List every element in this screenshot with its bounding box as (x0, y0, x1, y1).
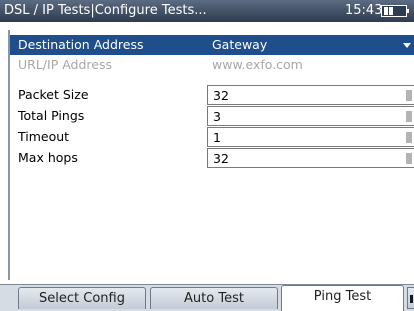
url-ip-address-row: URL/IP Address www.exfo.com (10, 55, 414, 75)
total-pings-label: Total Pings (18, 108, 85, 123)
tab-scroll-more[interactable] (407, 287, 414, 309)
timeout-row: Timeout 1 (10, 127, 414, 147)
destination-address-dropdown[interactable]: Gateway (207, 35, 414, 55)
total-pings-row: Total Pings 3 (10, 106, 414, 126)
keypad-icon[interactable] (406, 153, 412, 164)
window-title: DSL / IP Tests|Configure Tests... (4, 3, 207, 18)
destination-address-row[interactable]: Destination Address Gateway (10, 35, 414, 55)
max-hops-value: 32 (213, 151, 229, 166)
max-hops-row: Max hops 32 (10, 148, 414, 168)
clock: 15:43 (345, 3, 383, 18)
max-hops-field[interactable]: 32 (207, 148, 414, 168)
destination-address-label: Destination Address (18, 37, 144, 52)
packet-size-field[interactable]: 32 (207, 85, 414, 105)
packet-size-row: Packet Size 32 (10, 85, 414, 105)
keypad-icon[interactable] (406, 90, 412, 101)
config-form: Destination Address Gateway URL/IP Addre… (8, 30, 414, 280)
battery-icon (381, 5, 409, 17)
tab-bar: Select Config Auto Test Ping Test (0, 284, 414, 311)
timeout-label: Timeout (18, 129, 70, 144)
title-bar: DSL / IP Tests|Configure Tests... 15:43 (0, 0, 414, 22)
tab-ping-test[interactable]: Ping Test (281, 285, 404, 311)
timeout-field[interactable]: 1 (207, 127, 414, 147)
timeout-value: 1 (213, 130, 221, 145)
total-pings-field[interactable]: 3 (207, 106, 414, 126)
destination-address-value: Gateway (212, 37, 268, 52)
chevron-down-icon[interactable] (403, 43, 411, 48)
url-ip-address-field: www.exfo.com (207, 55, 414, 75)
total-pings-value: 3 (213, 109, 221, 124)
tab-select-config[interactable]: Select Config (18, 287, 146, 309)
max-hops-label: Max hops (18, 150, 78, 165)
packet-size-value: 32 (213, 88, 229, 103)
tab-auto-test[interactable]: Auto Test (150, 287, 278, 309)
url-ip-address-label: URL/IP Address (18, 57, 112, 72)
keypad-icon[interactable] (406, 111, 412, 122)
packet-size-label: Packet Size (18, 87, 89, 102)
keypad-icon[interactable] (406, 132, 412, 143)
url-ip-address-value: www.exfo.com (212, 57, 303, 72)
